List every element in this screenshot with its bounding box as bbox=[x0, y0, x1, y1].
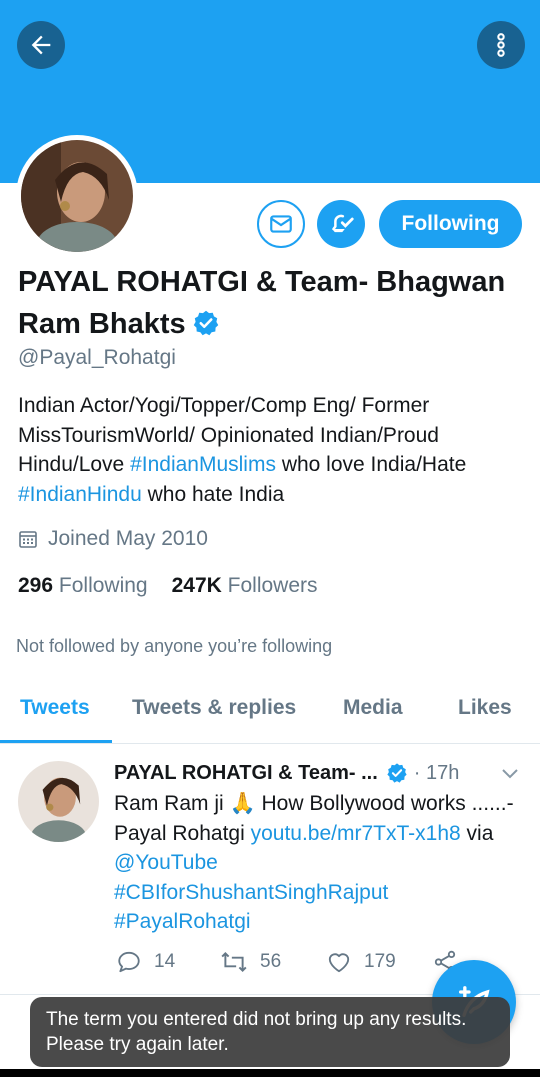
more-vertical-icon bbox=[497, 33, 505, 57]
reply-icon bbox=[118, 951, 140, 973]
following-count: 296 bbox=[18, 574, 54, 597]
reply-button[interactable]: 14 bbox=[116, 949, 175, 975]
retweet-count: 56 bbox=[260, 951, 282, 972]
verified-badge-icon bbox=[386, 762, 408, 784]
avatar-image bbox=[21, 140, 133, 252]
tab-tweets-replies[interactable]: Tweets & replies bbox=[132, 696, 296, 720]
following-count-link[interactable]: 296 Following bbox=[18, 574, 148, 598]
tweet-link[interactable]: youtu.be/mr7TxT-x1h8 bbox=[251, 822, 461, 845]
profile-avatar[interactable] bbox=[16, 135, 138, 257]
tweet-hashtag-payal[interactable]: #PayalRohatgi bbox=[114, 910, 251, 933]
back-button[interactable] bbox=[17, 21, 65, 69]
tweet-hashtag-cbi[interactable]: #CBIforShushantSinghRajput bbox=[114, 881, 388, 904]
mail-icon bbox=[270, 215, 292, 233]
following-button[interactable]: Following bbox=[379, 200, 522, 248]
tweet-actions: 14 56 179 bbox=[116, 949, 476, 977]
profile-tabs: Tweets Tweets & replies Media Likes bbox=[0, 680, 540, 744]
retweet-icon bbox=[221, 952, 247, 972]
not-followed-note: Not followed by anyone you’re following bbox=[16, 636, 333, 656]
tab-tweets[interactable]: Tweets bbox=[20, 696, 90, 720]
following-label: Following bbox=[58, 574, 148, 597]
error-toast: The term you entered did not bring up an… bbox=[30, 997, 510, 1067]
followers-count-link[interactable]: 247K Followers bbox=[172, 574, 318, 598]
message-button[interactable] bbox=[257, 200, 305, 248]
bio-hashtag-indianmuslims[interactable]: #IndianMuslims bbox=[130, 453, 276, 476]
retweet-button[interactable]: 56 bbox=[220, 949, 281, 975]
active-tab-indicator bbox=[0, 740, 112, 743]
tab-likes[interactable]: Likes bbox=[458, 696, 512, 720]
joined-date: Joined May 2010 bbox=[18, 527, 208, 551]
tweet-timestamp: · 17h bbox=[413, 761, 460, 784]
tab-media[interactable]: Media bbox=[343, 696, 403, 720]
heart-icon bbox=[328, 953, 350, 973]
profile-handle: @Payal_Rohatgi bbox=[18, 346, 176, 369]
bio-text: who hate India bbox=[141, 482, 285, 506]
tweet-text: Ram Ram ji 🙏 How Bollywood works ......-… bbox=[114, 789, 524, 937]
profile-bio: Indian Actor/Yogi/Topper/Comp Eng/ Forme… bbox=[18, 391, 523, 509]
tweet-mention[interactable]: @YouTube bbox=[114, 851, 218, 874]
calendar-icon bbox=[19, 531, 37, 548]
arrow-left-icon bbox=[31, 35, 51, 55]
reply-count: 14 bbox=[154, 951, 176, 972]
profile-stats: 296 Following 247K Followers bbox=[18, 574, 342, 598]
tweet-item[interactable]: PAYAL ROHATGI & Team- ... · 17h Ram Ram … bbox=[0, 745, 540, 995]
bio-text: who love India/Hate bbox=[275, 453, 467, 476]
more-options-button[interactable] bbox=[477, 21, 525, 69]
joined-text: Joined May 2010 bbox=[48, 527, 208, 550]
profile-name: PAYAL ROHATGI & Team- Bhagwan Ram Bhakts bbox=[18, 261, 518, 349]
like-count: 179 bbox=[364, 951, 396, 972]
chevron-down-icon[interactable] bbox=[500, 763, 520, 789]
system-nav-bar bbox=[0, 1069, 540, 1077]
bio-hashtag-indianhindu[interactable]: #IndianHindu bbox=[18, 483, 142, 506]
like-button[interactable]: 179 bbox=[326, 949, 396, 975]
verified-badge-icon bbox=[192, 307, 220, 349]
tweet-via: via bbox=[460, 821, 494, 845]
tweet-author-name[interactable]: PAYAL ROHATGI & Team- ... bbox=[114, 762, 378, 785]
bell-check-icon bbox=[332, 214, 354, 233]
tweet-avatar[interactable] bbox=[18, 761, 99, 842]
followers-label: Followers bbox=[227, 574, 318, 597]
profile-name-text: PAYAL ROHATGI & Team- Bhagwan Ram Bhakts bbox=[18, 266, 506, 340]
followers-count: 247K bbox=[171, 574, 222, 597]
notifications-button[interactable] bbox=[317, 200, 365, 248]
tweet-header: PAYAL ROHATGI & Team- ... · 17h bbox=[114, 759, 524, 787]
